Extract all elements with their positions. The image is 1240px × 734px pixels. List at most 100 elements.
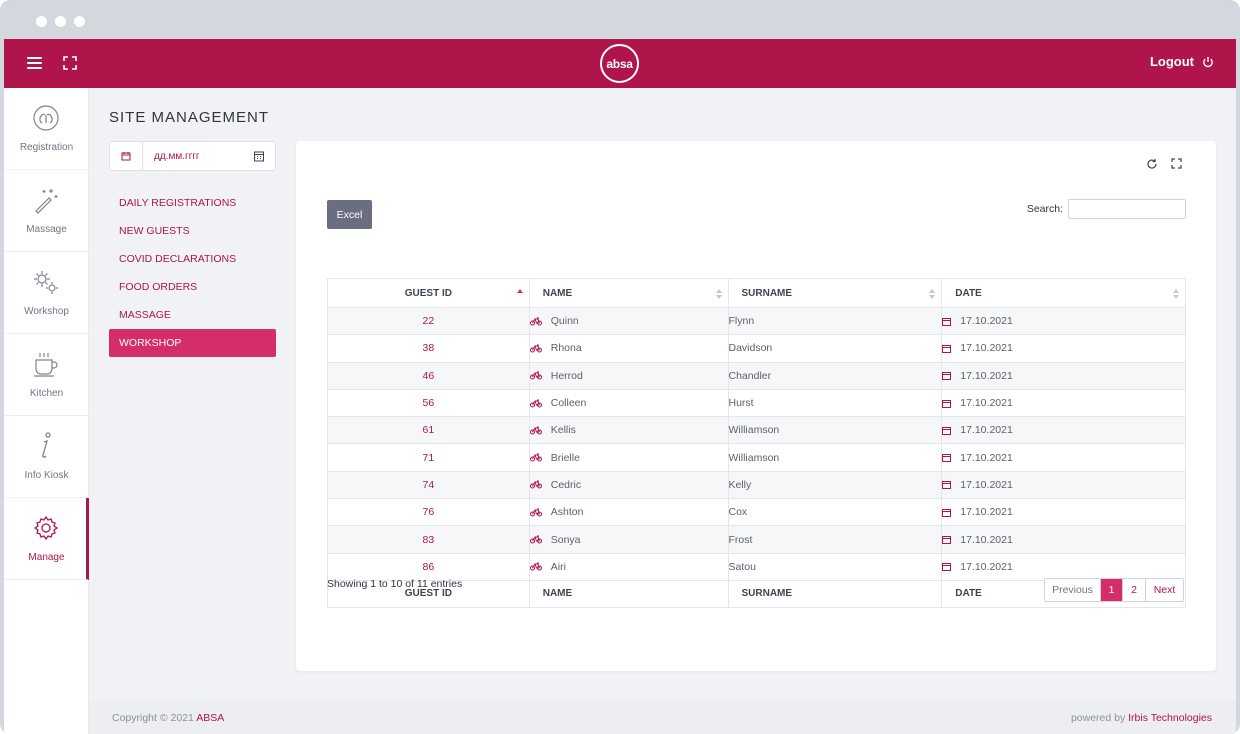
guest-id-cell: 38 <box>327 334 530 363</box>
pagination-page-2[interactable]: 2 <box>1123 579 1146 601</box>
calendar-icon <box>942 371 952 381</box>
logout-label: Logout <box>1149 54 1194 69</box>
calendar-picker-icon[interactable] <box>253 150 265 162</box>
submenu-new-guests[interactable]: NEW GUESTS <box>109 217 276 245</box>
nav-item-massage[interactable]: Massage <box>4 170 89 252</box>
date-text: 17.10.2021 <box>960 451 1013 464</box>
date-picker[interactable]: дд.мм.гггг <box>109 141 276 171</box>
submenu-massage[interactable]: MASSAGE <box>109 301 276 329</box>
nav-label-workshop: Workshop <box>24 306 69 317</box>
refresh-icon[interactable] <box>1146 158 1158 170</box>
calendar-icon <box>942 317 952 326</box>
column-header-name[interactable]: NAME <box>528 278 729 308</box>
calendar-icon <box>942 344 952 353</box>
guest-id-cell: 56 <box>327 388 530 418</box>
date-input[interactable]: дд.мм.гггг <box>154 151 200 162</box>
search-input[interactable] <box>1068 199 1186 219</box>
search-area: Search: <box>1027 199 1186 219</box>
table-row[interactable]: 56 Colleen Hurst 17.10.2021 <box>327 388 1186 418</box>
name-cell: Cedric <box>528 470 729 500</box>
date-cell: 17.10.2021 <box>941 361 1186 390</box>
table-row[interactable]: 38 Rhona Davidson 17.10.2021 <box>327 334 1186 363</box>
expand-icon[interactable] <box>63 56 77 70</box>
table-row[interactable]: 71 Brielle Williamson 17.10.2021 <box>327 443 1186 472</box>
nav-item-manage[interactable]: Manage <box>4 498 89 580</box>
column-header-surname[interactable]: SURNAME <box>727 278 943 308</box>
bicycle-icon <box>529 371 542 380</box>
name-cell: Rhona <box>528 334 729 363</box>
table-row[interactable]: 22 Quinn Flynn 17.10.2021 <box>327 306 1186 336</box>
date-cell: 17.10.2021 <box>941 443 1186 472</box>
surname-cell: Williamson <box>727 416 943 445</box>
submenu-food-orders[interactable]: FOOD ORDERS <box>109 273 276 301</box>
info-icon <box>42 432 51 458</box>
column-title: SURNAME <box>741 287 793 299</box>
top-bar: absa Logout <box>4 39 1236 88</box>
bicycle-icon <box>529 317 542 326</box>
surname-cell: Satou <box>727 552 943 581</box>
pagination-previous[interactable]: Previous <box>1045 579 1101 601</box>
date-cell: 17.10.2021 <box>941 388 1186 418</box>
submenu-daily-registrations[interactable]: DAILY REGISTRATIONS <box>109 189 276 217</box>
name-text: Ashton <box>550 506 584 519</box>
guest-id-cell: 74 <box>327 470 530 500</box>
nav-item-info-kiosk[interactable]: Info Kiosk <box>4 416 89 498</box>
footer-name: NAME <box>528 579 729 608</box>
date-text: 17.10.2021 <box>960 315 1013 328</box>
table-row[interactable]: 74 Cedric Kelly 17.10.2021 <box>327 470 1186 500</box>
surname-cell: Frost <box>727 525 943 554</box>
guest-id-cell: 83 <box>327 525 530 554</box>
surname-cell: Kelly <box>727 470 943 500</box>
page-footer: Copyright © 2021 ABSA powered by Irbis T… <box>89 701 1236 734</box>
window-dot-maximize[interactable] <box>74 16 85 27</box>
powered-by-link[interactable]: Irbis Technologies <box>1128 712 1212 724</box>
column-header-date[interactable]: DATE <box>941 278 1186 308</box>
table-row[interactable]: 61 Kellis Williamson 17.10.2021 <box>327 416 1186 445</box>
logout-button[interactable]: Logout <box>1150 54 1214 69</box>
excel-export-button[interactable]: Excel <box>327 200 372 229</box>
calendar-icon <box>942 535 952 545</box>
bicycle-icon <box>529 562 542 571</box>
guest-id-cell: 22 <box>327 306 530 336</box>
table-row[interactable]: 76 Ashton Cox 17.10.2021 <box>327 498 1186 527</box>
pagination-page-1[interactable]: 1 <box>1101 579 1123 601</box>
guest-id-cell: 71 <box>327 443 530 472</box>
name-cell: Sonya <box>528 525 729 554</box>
calendar-icon <box>942 426 952 435</box>
window-dot-minimize[interactable] <box>55 16 66 27</box>
name-text: Airi <box>550 560 566 573</box>
nav-label-kitchen: Kitchen <box>29 388 64 399</box>
pagination-next[interactable]: Next <box>1146 579 1183 601</box>
name-text: Quinn <box>550 315 579 328</box>
nav-item-workshop[interactable]: Workshop <box>4 252 89 334</box>
window-dot-close[interactable] <box>36 16 47 27</box>
column-header-guest-id[interactable]: GUEST ID <box>327 278 530 308</box>
name-text: Cedric <box>550 478 582 491</box>
date-text: 17.10.2021 <box>960 506 1013 519</box>
submenu-covid-declarations[interactable]: COVID DECLARATIONS <box>109 245 276 273</box>
name-text: Brielle <box>550 451 580 464</box>
sort-icon <box>715 289 722 299</box>
name-cell: Brielle <box>528 443 729 472</box>
nav-item-kitchen[interactable]: Kitchen <box>4 334 89 416</box>
table-body: 22 Quinn Flynn 17.10.2021 38 Rhona Davidson 17.… <box>327 306 1186 581</box>
copyright-brand-link[interactable]: ABSA <box>196 712 224 724</box>
nav-label-manage: Manage <box>28 552 65 563</box>
submenu-workshop[interactable]: WORKSHOP <box>109 329 276 357</box>
guests-table: GUEST ID NAME SURNAME DATE 22 Quinn Flyn… <box>327 278 1186 608</box>
guest-id-cell: 76 <box>327 498 530 527</box>
name-cell: Ashton <box>528 498 729 527</box>
nav-item-registration[interactable]: Registration <box>4 88 89 170</box>
name-cell: Herrod <box>528 361 729 390</box>
fullscreen-icon[interactable] <box>1171 158 1182 169</box>
hamburger-menu-icon[interactable] <box>27 56 42 69</box>
name-cell: Airi <box>528 552 729 581</box>
guest-id-cell: 86 <box>327 552 530 581</box>
name-text: Herrod <box>550 369 583 382</box>
date-cell: 17.10.2021 <box>941 470 1186 500</box>
browser-window: absa Logout Registration Massage Worksho… <box>0 0 1240 734</box>
table-row[interactable]: 86 Airi Satou 17.10.2021 <box>327 552 1186 581</box>
calendar-icon[interactable] <box>110 142 143 170</box>
table-row[interactable]: 46 Herrod Chandler 17.10.2021 <box>327 361 1186 390</box>
table-row[interactable]: 83 Sonya Frost 17.10.2021 <box>327 525 1186 554</box>
